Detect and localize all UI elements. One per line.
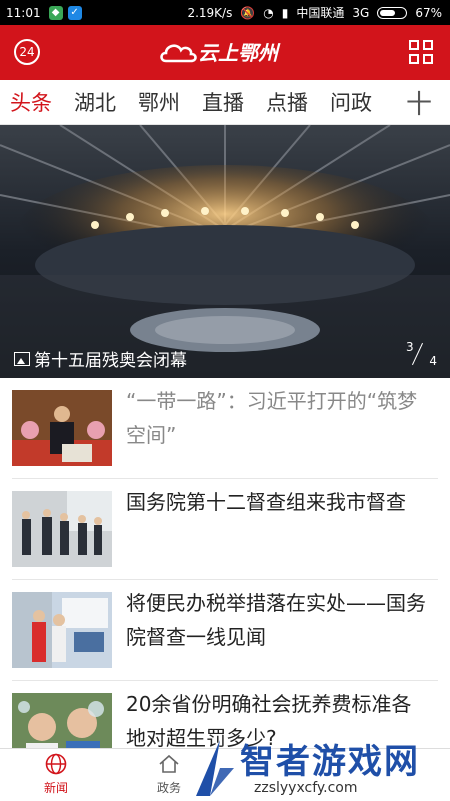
- list-item[interactable]: “一带一路”：习近平打开的“筑梦空间”: [12, 378, 438, 479]
- security-app-icon: ✓: [67, 5, 82, 20]
- app-logo: 云上鄂州: [158, 37, 278, 66]
- list-item[interactable]: 将便民办税举措落在实处——国务院督查一线见闻: [12, 580, 438, 681]
- app-title: 云上鄂州: [198, 41, 278, 65]
- status-time: 11:01: [6, 5, 41, 20]
- hero-banner[interactable]: [0, 125, 450, 378]
- bottom-tab-news[interactable]: 新闻: [21, 753, 91, 796]
- hero-pager: 3 4: [403, 340, 437, 368]
- list-item[interactable]: 国务院第十二督查组来我市督查: [12, 479, 438, 580]
- news-list: “一带一路”：习近平打开的“筑梦空间” 国务院第十二督查组来我市督查 将便民办税…: [0, 378, 450, 782]
- bottom-tab-label: 政务: [156, 781, 181, 795]
- add-tab-icon[interactable]: 十: [406, 84, 432, 121]
- pager-total: 4: [429, 354, 437, 368]
- tab-inquiry[interactable]: 问政: [330, 87, 372, 117]
- carrier-name: 中国联通: [296, 6, 345, 20]
- watermark-title: 智者游戏网: [240, 742, 420, 782]
- battery-percent: 67%: [415, 5, 442, 20]
- news-thumbnail: [12, 491, 112, 567]
- signal-icon: ▮: [281, 5, 289, 20]
- network-type: 3G: [352, 5, 370, 20]
- news-title: “一带一路”：习近平打开的“筑梦空间”: [126, 389, 418, 447]
- news-title: 国务院第十二督查组来我市督查: [126, 490, 406, 514]
- hero-caption: 第十五届残奥会闭幕: [14, 346, 187, 371]
- watermark-url: zzslyyxcfy.com: [254, 780, 358, 796]
- tab-live[interactable]: 直播: [202, 87, 244, 117]
- image-icon: [14, 351, 30, 366]
- app-header: 24 云上鄂州: [0, 25, 450, 80]
- tab-ezhou[interactable]: 鄂州: [138, 87, 180, 117]
- news-thumbnail: [12, 390, 112, 466]
- menu-grid-icon[interactable]: [409, 40, 433, 64]
- network-speed: 2.19K/s: [187, 5, 233, 20]
- tab-hubei[interactable]: 湖北: [74, 87, 116, 117]
- bottom-tab-label: 新闻: [43, 781, 68, 795]
- wifi-icon: ◔: [263, 5, 274, 20]
- news-title: 将便民办税举措落在实处——国务院督查一线见闻: [126, 591, 426, 649]
- watermark: 智者游戏网 zzslyyxcfy.com: [190, 732, 450, 800]
- watermark-logo-icon: [196, 740, 234, 796]
- tab-on-demand[interactable]: 点播: [266, 87, 308, 117]
- globe-icon: [45, 753, 67, 775]
- home-icon: [159, 754, 179, 773]
- shield-app-icon: ◆: [48, 5, 63, 20]
- mute-icon: 🔕: [240, 5, 256, 20]
- hero-caption-text: 第十五届残奥会闭幕: [34, 351, 187, 371]
- battery-icon: [377, 6, 408, 19]
- stadium-photo: [0, 125, 450, 378]
- status-bar: 11:01 ◆ ✓ 2.19K/s 🔕 ◔ ▮ 中国联通 3G 67%: [0, 0, 450, 25]
- tab-headlines[interactable]: 头条: [10, 87, 52, 117]
- pager-current: 3: [406, 340, 414, 354]
- 24-hour-icon[interactable]: 24: [14, 39, 40, 65]
- news-thumbnail: [12, 592, 112, 668]
- cloud-icon: [160, 43, 197, 62]
- category-tabs: 头条 湖北 鄂州 直播 点播 问政 十: [0, 80, 450, 125]
